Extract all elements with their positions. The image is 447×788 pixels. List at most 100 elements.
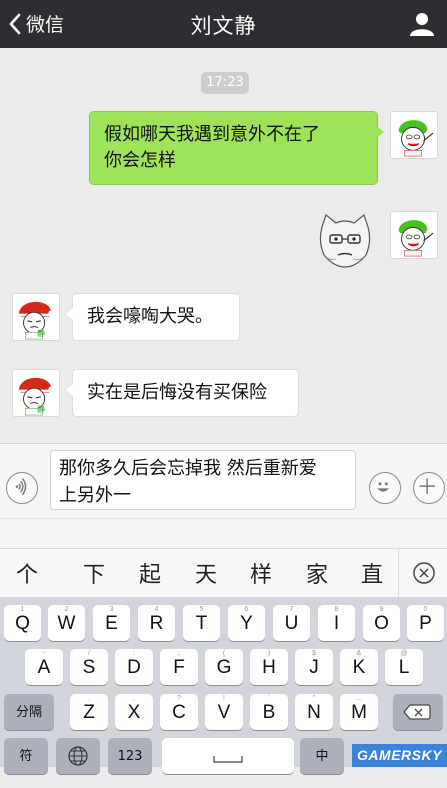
key-h[interactable]: ) H xyxy=(250,649,288,685)
candidate-bar: 个 下 起 天 样 家 直 xyxy=(0,548,447,598)
key-secondary: ) xyxy=(267,650,271,657)
key-label: 符 xyxy=(19,749,33,764)
key-y[interactable]: 6Y xyxy=(228,605,265,641)
key-p[interactable]: 0P xyxy=(407,605,444,641)
key-s[interactable]: / S xyxy=(70,649,108,685)
emoji-button[interactable] xyxy=(369,472,401,504)
cat-face-sticker[interactable] xyxy=(316,211,374,269)
chat-area[interactable]: 17:23 假如哪天我遇到意外不在了 你会怎样 静 我会嚎啕大哭。 静 实在是后… xyxy=(0,48,447,443)
candidate-item[interactable]: 天 xyxy=(195,557,217,589)
key-label: D xyxy=(127,657,141,678)
cartoon-avatar-icon xyxy=(18,377,55,416)
key-b[interactable]: ' B xyxy=(250,694,288,730)
close-circle-icon xyxy=(413,562,435,584)
key-v[interactable]: ! V xyxy=(205,694,243,730)
key-w[interactable]: 2W xyxy=(48,605,85,641)
symbol-key[interactable]: 符 xyxy=(4,738,48,774)
key-label: L xyxy=(398,657,410,678)
my-avatar[interactable] xyxy=(390,111,438,159)
key-label: 分隔 xyxy=(15,705,42,720)
key-label: O xyxy=(374,613,389,634)
message-input[interactable]: 那你多久后会忘掉我 然后重新爱 上另外一 xyxy=(50,450,356,510)
key-secondary: , xyxy=(133,695,135,702)
key-a[interactable]: -A xyxy=(25,649,63,685)
key-label: 中 xyxy=(315,749,329,764)
key-label: U xyxy=(284,613,299,634)
key-secondary: " xyxy=(312,695,316,702)
key-c[interactable]: ? C xyxy=(160,694,198,730)
key-m[interactable]: ... M xyxy=(340,694,378,730)
candidate-item[interactable]: 下 xyxy=(83,557,105,589)
space-icon xyxy=(213,756,243,763)
key-z[interactable]: .Z xyxy=(70,694,108,730)
key-label: V xyxy=(217,702,231,723)
key-q[interactable]: 1Q xyxy=(4,605,41,641)
key-label: M xyxy=(351,702,367,723)
divider xyxy=(0,518,447,519)
key-label: I xyxy=(333,613,340,634)
key-label: C xyxy=(172,702,186,723)
key-secondary: ' xyxy=(268,695,270,702)
language-key[interactable]: 中 xyxy=(300,738,344,774)
key-j[interactable]: $ J xyxy=(295,649,333,685)
key-label: G xyxy=(216,657,232,678)
key-secondary: ? xyxy=(177,695,181,702)
key-t[interactable]: 5T xyxy=(183,605,220,641)
key-label: N xyxy=(307,702,321,723)
key-n[interactable]: " N xyxy=(295,694,333,730)
key-label: A xyxy=(37,657,51,678)
cartoon-avatar-icon xyxy=(18,301,55,340)
number-key[interactable]: 123 xyxy=(108,738,152,774)
space-key[interactable] xyxy=(162,738,294,774)
plus-button[interactable] xyxy=(413,472,445,504)
key-secondary: 9 xyxy=(379,606,384,613)
key-g[interactable]: (G xyxy=(205,649,243,685)
emoji-icon xyxy=(377,482,390,492)
key-x[interactable]: ,X xyxy=(115,694,153,730)
candidate-item[interactable]: 个 xyxy=(16,557,38,589)
key-i[interactable]: 8I xyxy=(318,605,355,641)
delete-key[interactable] xyxy=(393,694,443,730)
key-label: B xyxy=(262,702,276,723)
message-bubble-outgoing[interactable]: 假如哪天我遇到意外不在了 你会怎样 xyxy=(89,111,384,185)
key-label: 123 xyxy=(117,749,143,764)
message-bubble-incoming[interactable]: 我会嚎啕大哭。 xyxy=(66,293,240,341)
candidate-item[interactable]: 样 xyxy=(250,557,272,589)
voice-button[interactable] xyxy=(6,472,38,504)
key-label: R xyxy=(149,613,164,634)
key-secondary: 6 xyxy=(244,606,249,613)
contact-avatar[interactable]: 静 xyxy=(12,369,60,417)
watermark-logo: GAMERSKY xyxy=(352,744,447,767)
key-label: K xyxy=(352,657,366,678)
input-line: 那你多久后会忘掉我 然后重新爱 xyxy=(59,458,317,479)
key-secondary: . xyxy=(88,695,90,702)
my-avatar[interactable] xyxy=(390,211,438,259)
key-label: Z xyxy=(83,702,95,723)
input-line: 上另外一 xyxy=(59,485,131,506)
candidate-item[interactable]: 直 xyxy=(361,557,383,589)
key-o[interactable]: 9O xyxy=(363,605,400,641)
voice-icon xyxy=(15,477,27,496)
key-d[interactable]: :D xyxy=(115,649,153,685)
key-f[interactable]: ; F xyxy=(160,649,198,685)
key-u[interactable]: 7U xyxy=(273,605,310,641)
person-icon[interactable] xyxy=(409,11,435,37)
key-k[interactable]: & K xyxy=(340,649,378,685)
message-bubble-incoming[interactable]: 实在是后悔没有买保险 xyxy=(66,369,299,417)
key-r[interactable]: 4R xyxy=(138,605,175,641)
message-line: 你会怎样 xyxy=(104,150,176,171)
globe-key[interactable] xyxy=(56,738,100,774)
key-label: E xyxy=(105,613,118,634)
cartoon-avatar-icon xyxy=(398,220,434,257)
candidate-item[interactable]: 家 xyxy=(306,557,328,589)
contact-avatar[interactable]: 静 xyxy=(12,293,60,341)
key-e[interactable]: 3E xyxy=(93,605,130,641)
plus-icon xyxy=(419,478,435,494)
candidate-close-button[interactable] xyxy=(398,549,447,597)
candidate-item[interactable]: 起 xyxy=(139,557,161,589)
key-secondary: 5 xyxy=(199,606,204,613)
key-label: H xyxy=(262,657,276,678)
split-key[interactable]: 分隔 xyxy=(4,694,54,730)
key-secondary: : xyxy=(133,650,135,657)
key-l[interactable]: @ L xyxy=(385,649,423,685)
